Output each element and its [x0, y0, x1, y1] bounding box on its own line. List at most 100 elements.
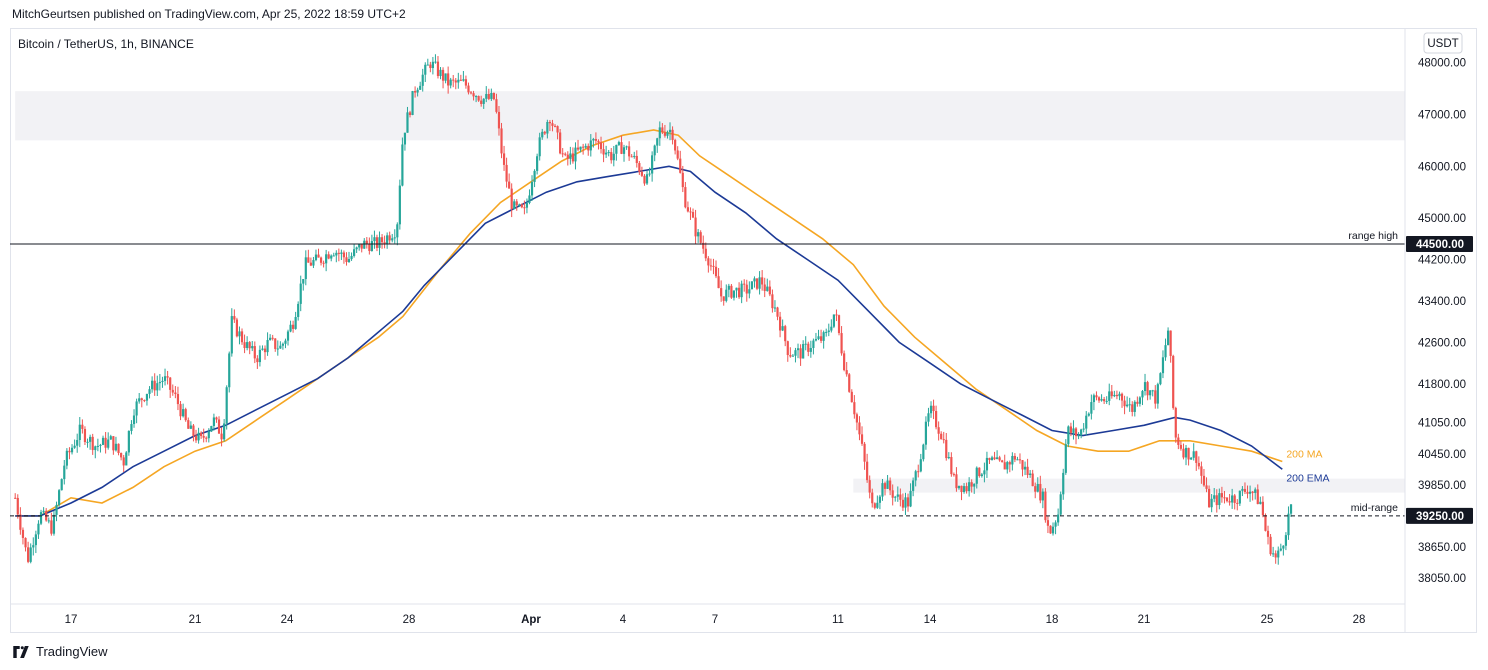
candle-down [1169, 330, 1172, 356]
candle-up [1143, 382, 1147, 392]
x-tick-label: 25 [1261, 614, 1274, 626]
x-tick-label: 11 [832, 614, 844, 626]
candle-up [230, 316, 233, 354]
candle-up [625, 146, 628, 148]
candle-down [271, 337, 274, 339]
candle-up [279, 345, 282, 349]
time-axis: 17 21 24 28 Apr 4 7 11 14 18 21 25 28 [10, 603, 1405, 626]
candle-up [1100, 399, 1103, 401]
candle-down [940, 433, 943, 440]
candle-down [1236, 502, 1239, 504]
candle-down [1243, 488, 1247, 492]
candle-down [1215, 495, 1218, 506]
y-tick-label: 39850.00 [1418, 480, 1466, 492]
candle-down [855, 414, 859, 423]
candle-up [37, 523, 40, 535]
candle-up [794, 350, 797, 356]
candle-down [761, 277, 764, 285]
candle-up [332, 255, 335, 257]
200-ema-line [15, 165, 1283, 517]
candle-down [1256, 489, 1259, 505]
candle-up [94, 446, 97, 451]
candle-up [55, 504, 58, 515]
candle-down [551, 123, 554, 126]
candle-down [1269, 536, 1272, 555]
candle-up [1218, 493, 1221, 506]
candle-up [225, 387, 228, 424]
candle-down [778, 316, 782, 331]
candle-up [210, 426, 213, 432]
candle-up [325, 254, 328, 264]
candle-down [274, 338, 277, 349]
candle-down [955, 474, 958, 489]
y-tick-label: 47000.00 [1418, 109, 1466, 121]
candle-down [1174, 407, 1177, 438]
currency-button[interactable]: USDT [1423, 32, 1463, 54]
candle-up [276, 348, 279, 350]
candle-down [200, 432, 203, 437]
candle-up [386, 235, 389, 244]
candle-down [559, 132, 562, 154]
candle-up [645, 174, 649, 184]
candle-down [497, 111, 501, 129]
candle-down [564, 153, 567, 155]
candle-up [228, 353, 231, 388]
candle-down [1223, 497, 1226, 499]
candle-up [1277, 550, 1280, 558]
candle-up [135, 401, 138, 416]
candle-down [1154, 390, 1157, 404]
candle-up [1149, 390, 1152, 396]
y-tick-label: 48000.00 [1418, 58, 1466, 70]
candle-up [65, 450, 68, 466]
candle-up [1126, 404, 1129, 407]
candle-up [1016, 459, 1019, 461]
candle-down [217, 419, 221, 434]
candle-down [120, 452, 123, 458]
candle-up [1133, 401, 1136, 412]
candle-up [419, 85, 422, 90]
candle-down [337, 252, 340, 254]
candle-up [1141, 391, 1144, 398]
candle-up [1231, 495, 1234, 503]
price-chart[interactable]: 200 MA 200 EMA range high 44500.00 mid-rang… [0, 0, 1488, 670]
candle-up [411, 91, 414, 115]
candle-down [970, 482, 973, 487]
candle-up [330, 255, 333, 259]
candle-up [1284, 535, 1288, 546]
candle-down [81, 424, 84, 429]
candle-down [1187, 447, 1190, 460]
candle-up [1190, 457, 1193, 460]
candle-down [1195, 451, 1198, 463]
candle-up [904, 497, 907, 508]
candle-down [686, 207, 690, 212]
candle-down [1197, 462, 1200, 467]
candle-up [929, 405, 933, 414]
candle-up [78, 424, 81, 441]
candle-up [127, 430, 130, 453]
candle-up [1057, 514, 1060, 523]
candle-down [1026, 466, 1029, 475]
candle-down [587, 145, 590, 151]
candle-up [528, 195, 531, 203]
candle-up [750, 281, 753, 290]
candle-down [743, 283, 746, 285]
candle-down [709, 265, 713, 267]
candle-down [819, 336, 823, 341]
candle-down [292, 324, 295, 329]
x-tick-label: 14 [924, 614, 937, 626]
candle-up [574, 147, 577, 162]
candle-down [901, 499, 905, 508]
candle-up [1023, 466, 1027, 470]
candle-down [978, 467, 981, 477]
candle-up [909, 490, 912, 507]
candle-up [1051, 526, 1055, 534]
candle-down [730, 285, 733, 298]
candle-down [1200, 466, 1203, 476]
candle-up [735, 287, 738, 291]
candle-up [881, 483, 884, 497]
candle-up [1054, 522, 1057, 527]
candle-down [561, 153, 564, 155]
candle-up [34, 534, 37, 546]
candle-up [1006, 462, 1009, 470]
candle-down [763, 284, 766, 291]
